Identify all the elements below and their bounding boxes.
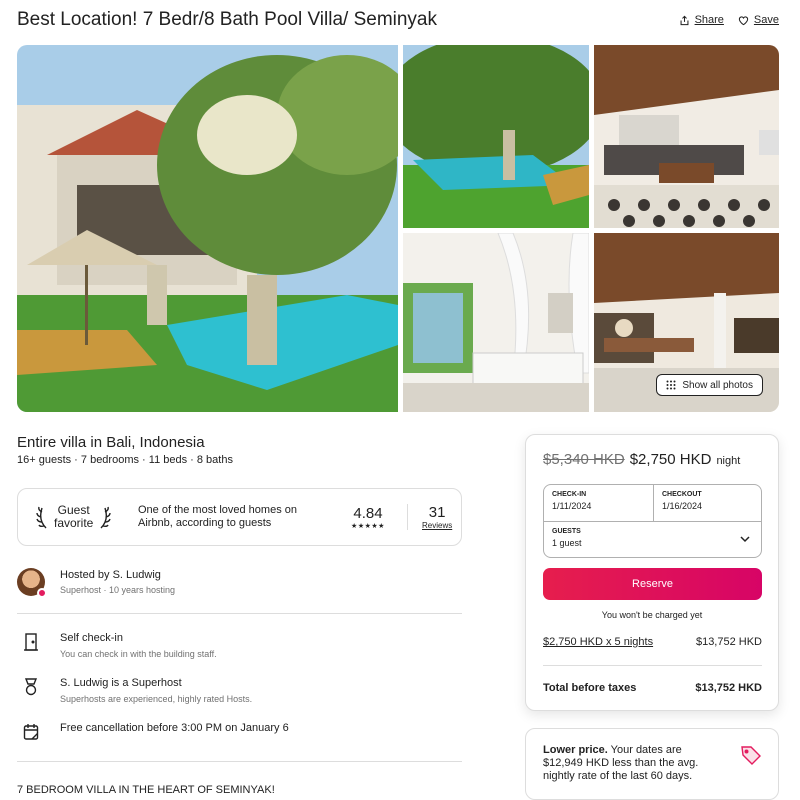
discounted-price: $2,750 HKD [629, 451, 712, 468]
total-value: $13,752 HKD [695, 682, 762, 694]
save-button[interactable]: Save [738, 14, 779, 26]
chevron-down-icon[interactable] [739, 533, 751, 545]
reviews-block[interactable]: 31 Reviews [422, 504, 452, 530]
nights-calculation-link[interactable]: $2,750 HKD x 5 nights [543, 636, 653, 648]
checkin-label: CHECK-IN [552, 491, 587, 498]
price-row: $5,340 HKD $2,750 HKD night [543, 451, 740, 468]
show-all-photos-button[interactable]: Show all photos [656, 374, 763, 396]
rating-block: 4.84 ★★★★★ [343, 505, 393, 530]
door-icon [24, 633, 38, 651]
laurel-left-icon [36, 506, 47, 529]
checkout-value: 1/16/2024 [662, 501, 703, 511]
heart-icon [738, 15, 749, 25]
host-avatar[interactable] [17, 568, 47, 598]
guest-favorite-line2: favorite [54, 516, 94, 530]
photo-gallery: Show all photos [17, 45, 779, 412]
lower-price-text: Lower price. Your dates are $12,949 HKD … [543, 744, 718, 783]
rating-stars-icon: ★★★★★ [351, 522, 385, 530]
guest-favorite-card: Guest favorite One of the most loved hom… [17, 488, 462, 546]
highlight-free-cancellation: Free cancellation before 3:00 PM on Janu… [17, 722, 289, 741]
checkin-field[interactable]: CHECK-IN 1/11/2024 [544, 485, 653, 517]
superhost-medal-icon [24, 678, 38, 696]
highlight-superhost: S. Ludwig is a Superhost Superhosts are … [17, 677, 252, 704]
share-icon [680, 15, 689, 25]
divider [17, 613, 462, 614]
lower-price-card: Lower price. Your dates are $12,949 HKD … [525, 728, 779, 800]
photo-living-room[interactable] [594, 45, 779, 228]
calendar-icon [23, 724, 39, 740]
guests-field[interactable]: GUESTS 1 guest [544, 522, 763, 554]
grid-dots-icon [666, 380, 676, 390]
original-price: $5,340 HKD [543, 451, 625, 468]
price-tag-icon [741, 746, 761, 765]
nights-total: $13,752 HKD [695, 636, 762, 648]
guest-favorite-description: One of the most loved homes on Airbnb, a… [138, 504, 297, 529]
place-summary: 16+ guests · 7 bedrooms · 11 beds · 8 ba… [17, 454, 233, 466]
rating-value: 4.84 [353, 504, 383, 522]
share-label: Share [694, 14, 724, 26]
checkout-label: CHECKOUT [662, 491, 702, 498]
reserve-button[interactable]: Reserve [543, 568, 762, 600]
divider [17, 761, 462, 762]
photo-bedroom[interactable] [403, 233, 589, 412]
reviews-link[interactable]: Reviews [422, 521, 452, 530]
host-section: Hosted by S. Ludwig Superhost · 10 years… [17, 568, 176, 598]
guests-label: GUESTS [552, 528, 581, 535]
listing-title: Best Location! 7 Bedr/8 Bath Pool Villa/… [17, 9, 438, 30]
highlight-title: S. Ludwig is a Superhost [60, 677, 182, 689]
divider [543, 665, 762, 666]
share-button[interactable]: Share [679, 14, 724, 26]
total-label: Total before taxes [543, 682, 637, 694]
checkout-field[interactable]: CHECKOUT 1/16/2024 [654, 485, 763, 517]
superhost-badge-icon [37, 588, 47, 598]
save-label: Save [753, 14, 779, 26]
highlight-self-checkin: Self check-in You can check in with the … [17, 632, 217, 659]
checkin-value: 1/11/2024 [552, 501, 592, 511]
photo-pool-garden[interactable] [403, 45, 589, 228]
highlight-title: Self check-in [60, 632, 123, 644]
lower-price-heading: Lower price. [543, 744, 608, 756]
laurel-right-icon [100, 506, 112, 529]
highlight-subtitle: You can check in with the building staff… [60, 649, 217, 659]
listing-details: Entire villa in Bali, Indonesia 16+ gues… [17, 432, 462, 796]
host-name: Hosted by S. Ludwig [60, 569, 161, 581]
highlight-subtitle: Superhosts are experienced, highly rated… [60, 694, 253, 704]
reviews-count: 31 [428, 504, 446, 521]
total-row: Total before taxes $13,752 HKD [543, 682, 762, 694]
date-guest-picker: CHECK-IN 1/11/2024 CHECKOUT 1/16/2024 GU… [543, 484, 762, 558]
place-title: Entire villa in Bali, Indonesia [17, 434, 205, 451]
nights-calculation-row: $2,750 HKD x 5 nights $13,752 HKD [543, 636, 762, 648]
description-heading: 7 BEDROOM VILLA IN THE HEART OF SEMINYAK… [17, 784, 275, 796]
guest-favorite-badge: Guest favorite [36, 504, 128, 530]
no-charge-note: You won't be charged yet [601, 610, 703, 620]
booking-card: $5,340 HKD $2,750 HKD night CHECK-IN 1/1… [525, 434, 779, 711]
host-subtitle: Superhost · 10 years hosting [60, 585, 176, 595]
rating-divider [407, 504, 408, 530]
show-all-photos-label: Show all photos [682, 379, 753, 391]
photo-main-pool-villa[interactable] [17, 45, 398, 412]
top-actions: Share Save [679, 14, 779, 26]
price-unit: night [716, 455, 741, 467]
guests-value: 1 guest [552, 538, 582, 548]
highlight-title: Free cancellation before 3:00 PM on Janu… [60, 722, 289, 734]
